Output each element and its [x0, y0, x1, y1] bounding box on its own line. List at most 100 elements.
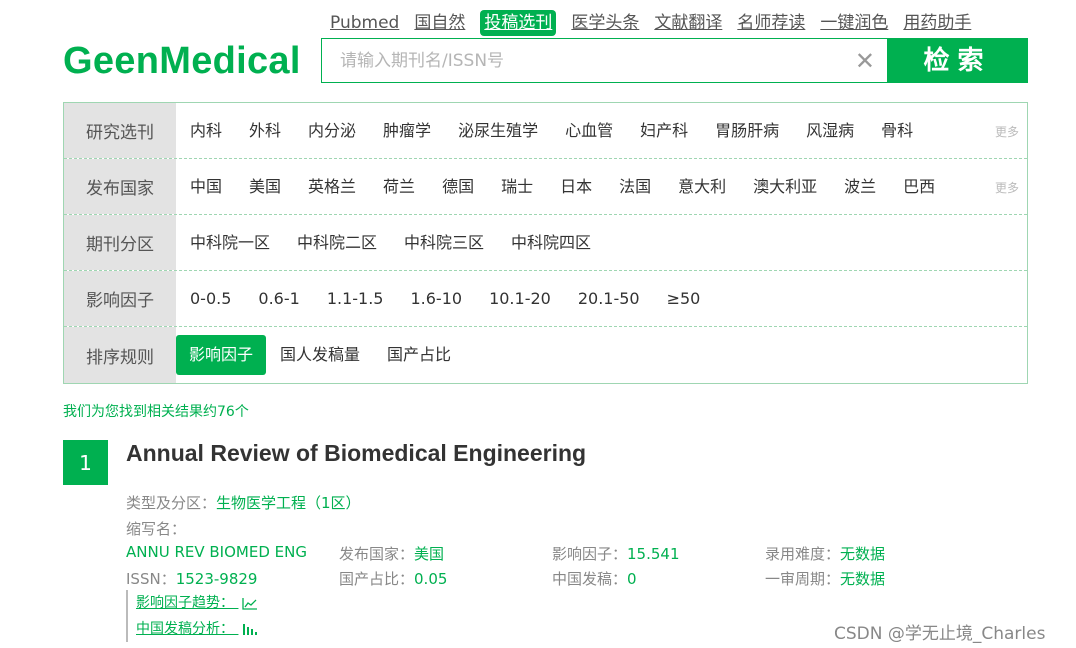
filter-option[interactable]: 肿瘤学 [383, 111, 431, 151]
filter-option[interactable]: 瑞士 [501, 167, 533, 207]
watermark: CSDN @学无止境_Charles [834, 624, 1046, 644]
china-pub-analysis-label: 中国发稿分析： [136, 621, 234, 637]
country-value: 美国 [414, 545, 445, 563]
filter-option[interactable]: 骨科 [881, 111, 913, 151]
difficulty-value: 无数据 [840, 545, 886, 563]
filter-option[interactable]: 中科院四区 [511, 223, 591, 263]
filter-option[interactable]: 德国 [442, 167, 474, 207]
filter-option[interactable]: 中科院一区 [190, 223, 270, 263]
china-pub-label: 中国发稿： [552, 570, 628, 588]
china-pub: 中国发稿：0 [552, 568, 637, 589]
filter-option[interactable]: 10.1-20 [489, 279, 551, 319]
search-input[interactable] [322, 39, 842, 82]
filter-row: 排序规则 影响因子 国人发稿量 国产占比 [64, 327, 1027, 383]
filter-label: 影响因子 [64, 271, 176, 326]
filter-option[interactable]: ≥50 [667, 279, 701, 319]
bar-chart-icon [243, 623, 258, 635]
more-link[interactable]: 更多 [995, 179, 1019, 196]
page: Pubmed 国自然 投稿选刊 医学头条 文献翻译 名师荐读 一键润色 用药助手 GeenMe… [0, 0, 1076, 648]
filter-option[interactable]: 中国 [190, 167, 222, 207]
filter-label: 发布国家 [64, 159, 176, 214]
impact-factor: 影响因子：15.541 [552, 543, 680, 564]
trend-links: 影响因子趋势： 中国发稿分析： [126, 590, 260, 642]
filter-option[interactable]: 心血管 [565, 111, 613, 151]
nav-item-1[interactable]: Pubmed [330, 10, 399, 36]
filter-option[interactable]: 澳大利亚 [753, 167, 817, 207]
china-pub-value: 0 [627, 570, 637, 588]
nav-item-8[interactable]: 用药助手 [903, 10, 971, 36]
country-label: 发布国家： [339, 545, 415, 563]
issn-label: ISSN： [126, 570, 176, 588]
type-value: 生物医学工程（1区） [216, 494, 361, 512]
filter-option[interactable]: 妇产科 [640, 111, 688, 151]
journal-title-link[interactable]: Annual Review of Biomedical Engineering [126, 440, 586, 467]
filter-option[interactable]: 国产占比 [387, 335, 451, 375]
china-pub-analysis-link[interactable]: 中国发稿分析： [136, 616, 260, 642]
filter-row: 发布国家 中国 美国 英格兰 荷兰 德国 瑞士 日本 法国 意大利 澳大利亚 波兰 巴西 更多 [64, 159, 1027, 215]
filter-option[interactable]: 巴西 [903, 167, 935, 207]
filter-row: 影响因子 0-0.5 0.6-1 1.1-1.5 1.6-10 10.1-20 20.1-5… [64, 271, 1027, 327]
nav-item-7[interactable]: 一键润色 [820, 10, 888, 36]
impact-factor-trend-label: 影响因子趋势： [136, 595, 234, 611]
nav-item-6[interactable]: 名师荐读 [737, 10, 805, 36]
filter-option[interactable]: 国人发稿量 [280, 335, 360, 375]
abbr-label: 缩写名： [126, 520, 187, 538]
filter-option[interactable]: 荷兰 [383, 167, 415, 207]
review-cycle-label: 一审周期： [765, 570, 841, 588]
top-nav: Pubmed 国自然 投稿选刊 医学头条 文献翻译 名师荐读 一键润色 用药助手 [330, 10, 986, 36]
filter-panel: 研究选刊 内科 外科 内分泌 肿瘤学 泌尿生殖学 心血管 妇产科 胃肠肝病 风湿病 骨科 更多 发布国家… [63, 102, 1028, 384]
filter-option[interactable]: 外科 [249, 111, 281, 151]
review-cycle: 一审周期：无数据 [765, 568, 885, 589]
close-icon[interactable]: ✕ [855, 49, 875, 73]
domestic-ratio-label: 国产占比： [339, 570, 415, 588]
review-cycle-value: 无数据 [840, 570, 886, 588]
nav-item-2[interactable]: 国自然 [414, 10, 465, 36]
site-logo[interactable]: GeenMedical [63, 40, 301, 83]
filter-option[interactable]: 泌尿生殖学 [458, 111, 538, 151]
nav-item-5[interactable]: 文献翻译 [654, 10, 722, 36]
filter-row: 研究选刊 内科 外科 内分泌 肿瘤学 泌尿生殖学 心血管 妇产科 胃肠肝病 风湿病 骨科 更多 [64, 103, 1027, 159]
filter-option[interactable]: 0.6-1 [258, 279, 299, 319]
filter-options: 中国 美国 英格兰 荷兰 德国 瑞士 日本 法国 意大利 澳大利亚 波兰 巴西 [176, 159, 962, 214]
filter-options: 内科 外科 内分泌 肿瘤学 泌尿生殖学 心血管 妇产科 胃肠肝病 风湿病 骨科 [176, 103, 940, 158]
impact-factor-trend-link[interactable]: 影响因子趋势： [136, 590, 260, 616]
filter-label: 研究选刊 [64, 103, 176, 158]
filter-option[interactable]: 波兰 [844, 167, 876, 207]
filter-row: 期刊分区 中科院一区 中科院二区 中科院三区 中科院四区 [64, 215, 1027, 271]
nav-item-3[interactable]: 投稿选刊 [480, 10, 557, 36]
filter-option[interactable]: 法国 [619, 167, 651, 207]
filter-option[interactable]: 胃肠肝病 [715, 111, 779, 151]
difficulty-label: 录用难度： [765, 545, 841, 563]
domestic-ratio-value: 0.05 [414, 570, 448, 588]
filter-option[interactable]: 日本 [560, 167, 592, 207]
domestic-ratio: 国产占比：0.05 [339, 568, 447, 589]
filter-option[interactable]: 1.6-10 [410, 279, 462, 319]
nav-item-4[interactable]: 医学头条 [571, 10, 639, 36]
filter-option[interactable]: 美国 [249, 167, 281, 207]
issn-value: 1523-9829 [175, 570, 258, 588]
filter-option[interactable]: 中科院三区 [404, 223, 484, 263]
filter-option[interactable]: 风湿病 [806, 111, 854, 151]
country: 发布国家：美国 [339, 543, 444, 564]
filter-label: 期刊分区 [64, 215, 176, 270]
filter-options: 0-0.5 0.6-1 1.1-1.5 1.6-10 10.1-20 20.1-50 ≥50 [176, 271, 727, 326]
filter-option[interactable]: 英格兰 [308, 167, 356, 207]
result-count: 我们为您找到相关结果约76个 [63, 404, 249, 420]
filter-option[interactable]: 影响因子 [176, 335, 267, 375]
type-label: 类型及分区： [126, 494, 217, 512]
impact-factor-value: 15.541 [627, 545, 680, 563]
filter-option[interactable]: 意大利 [678, 167, 726, 207]
filter-option[interactable]: 0-0.5 [190, 279, 231, 319]
impact-factor-label: 影响因子： [552, 545, 628, 563]
filter-option[interactable]: 中科院二区 [297, 223, 377, 263]
abbr-value: ANNU REV BIOMED ENG [126, 543, 307, 561]
filter-option[interactable]: 内分泌 [308, 111, 356, 151]
search-button[interactable]: 检索 [887, 38, 1028, 83]
filter-options: 影响因子 国人发稿量 国产占比 [176, 327, 478, 383]
filter-option[interactable]: 内科 [190, 111, 222, 151]
more-link[interactable]: 更多 [995, 123, 1019, 140]
filter-option[interactable]: 1.1-1.5 [327, 279, 384, 319]
difficulty: 录用难度：无数据 [765, 543, 885, 564]
filter-option[interactable]: 20.1-50 [578, 279, 640, 319]
type-category: 类型及分区：生物医学工程（1区） [126, 492, 361, 513]
